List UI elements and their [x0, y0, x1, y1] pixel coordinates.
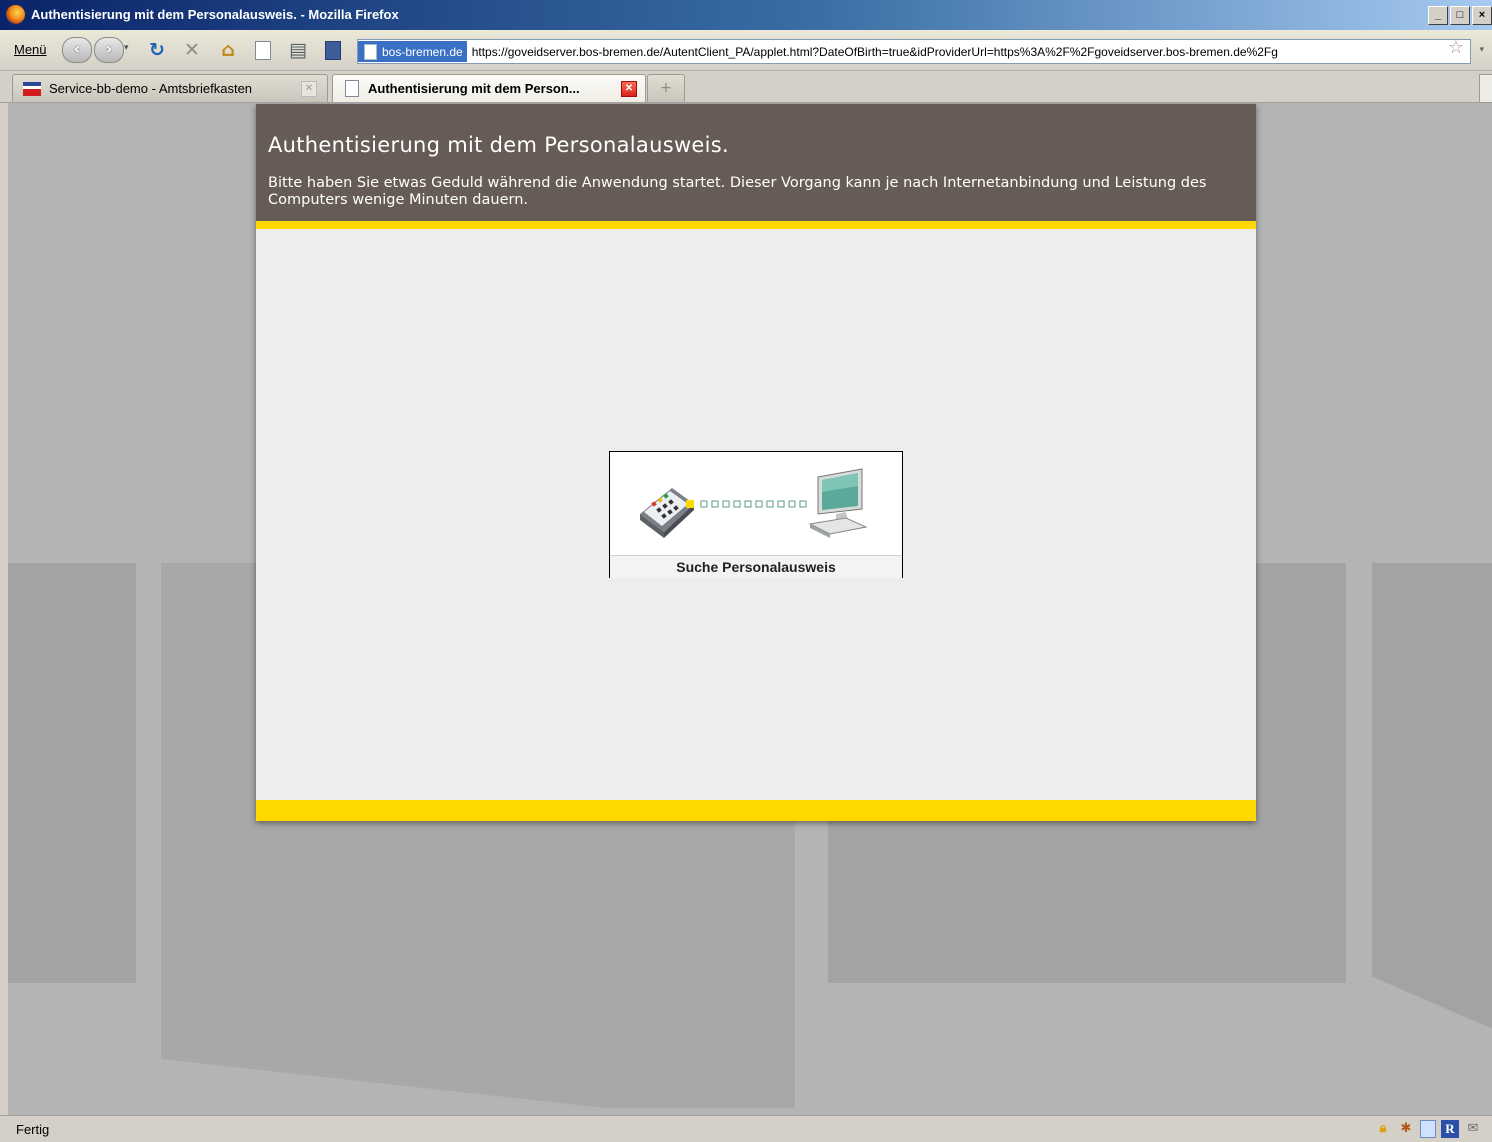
- page-icon[interactable]: [252, 39, 274, 61]
- page-icon[interactable]: [1420, 1120, 1436, 1138]
- bookmark-star-icon[interactable]: ☆: [1448, 37, 1464, 58]
- maximize-button[interactable]: □: [1450, 6, 1470, 25]
- accent-divider: [256, 221, 1256, 229]
- lock-icon[interactable]: 🔒︎: [1374, 1120, 1392, 1138]
- status-text: Fertig: [16, 1122, 50, 1137]
- flag-favicon-icon: [23, 81, 41, 96]
- computer-icon: [808, 468, 868, 538]
- r-icon[interactable]: R: [1441, 1120, 1459, 1138]
- card-reader-connection-illustration: [640, 468, 868, 538]
- history-dropdown-icon[interactable]: ▾: [124, 43, 129, 53]
- mail-icon[interactable]: ✉: [1464, 1120, 1482, 1138]
- tab-label: Authentisierung mit dem Person...: [368, 81, 580, 96]
- tab-service-bb-demo[interactable]: Service-bb-demo - Amtsbriefkasten ✕: [12, 74, 328, 102]
- card-reader-icon: [640, 488, 694, 538]
- tab-list-button[interactable]: [1479, 74, 1492, 103]
- accent-footer-bar: [256, 800, 1256, 821]
- site-identity-label: bos-bremen.de: [382, 44, 463, 59]
- menu-button[interactable]: Menü: [14, 42, 47, 57]
- page-content: Authentisierung mit dem Personalausweis.…: [8, 103, 1492, 1115]
- background-shape: [8, 563, 136, 983]
- back-button[interactable]: ‹: [62, 37, 92, 63]
- background-shape: [1372, 563, 1492, 1033]
- tab-label: Service-bb-demo - Amtsbriefkasten: [49, 81, 253, 96]
- home-icon[interactable]: ⌂: [217, 39, 239, 61]
- connection-dots: [700, 500, 807, 508]
- url-dropdown-icon[interactable]: ▾: [1479, 45, 1484, 55]
- document-icon: [364, 43, 377, 60]
- tab-strip: Service-bb-demo - Amtsbriefkasten ✕ Auth…: [0, 71, 1492, 103]
- url-input[interactable]: https://goveidserver.bos-bremen.de/Auten…: [467, 45, 1278, 59]
- address-bar[interactable]: bos-bremen.de https://goveidserver.bos-b…: [357, 39, 1471, 64]
- status-bar: Fertig 🔒︎ ✱ R ✉: [0, 1115, 1492, 1142]
- window-title-bar[interactable]: Authentisierung mit dem Personalausweis.…: [0, 0, 1492, 30]
- panel-header: Authentisierung mit dem Personalausweis.…: [256, 104, 1256, 221]
- site-identity-button[interactable]: bos-bremen.de: [358, 41, 467, 62]
- close-window-button[interactable]: ×: [1472, 6, 1492, 25]
- minimize-button[interactable]: _: [1428, 6, 1448, 25]
- navigation-toolbar: Menü ‹ › ▾ ↻ ✕ ⌂ ▤ bos-bremen.de https:/…: [0, 30, 1492, 71]
- forward-button[interactable]: ›: [94, 37, 124, 63]
- status-label: Suche Personalausweis: [610, 555, 902, 578]
- document-favicon-icon: [345, 80, 359, 97]
- cookie-icon[interactable]: ✱: [1397, 1120, 1415, 1138]
- tab-close-icon[interactable]: ✕: [621, 81, 637, 97]
- tab-authentisierung[interactable]: Authentisierung mit dem Person... ✕: [332, 74, 646, 102]
- page-description: Bitte haben Sie etwas Geduld während die…: [268, 175, 1207, 208]
- print-icon[interactable]: ▤: [287, 39, 309, 61]
- card-reader-status-box: Suche Personalausweis: [609, 451, 903, 578]
- bookmarks-icon[interactable]: [322, 39, 344, 61]
- page-title: Authentisierung mit dem Personalausweis.: [268, 133, 729, 157]
- firefox-logo-icon: [6, 5, 25, 24]
- window-title: Authentisierung mit dem Personalausweis.…: [31, 7, 399, 22]
- tab-close-icon[interactable]: ✕: [301, 81, 317, 97]
- reload-icon[interactable]: ↻: [146, 39, 168, 61]
- stop-icon[interactable]: ✕: [181, 39, 203, 61]
- authentication-panel: Authentisierung mit dem Personalausweis.…: [256, 104, 1256, 821]
- new-tab-button[interactable]: +: [647, 74, 685, 102]
